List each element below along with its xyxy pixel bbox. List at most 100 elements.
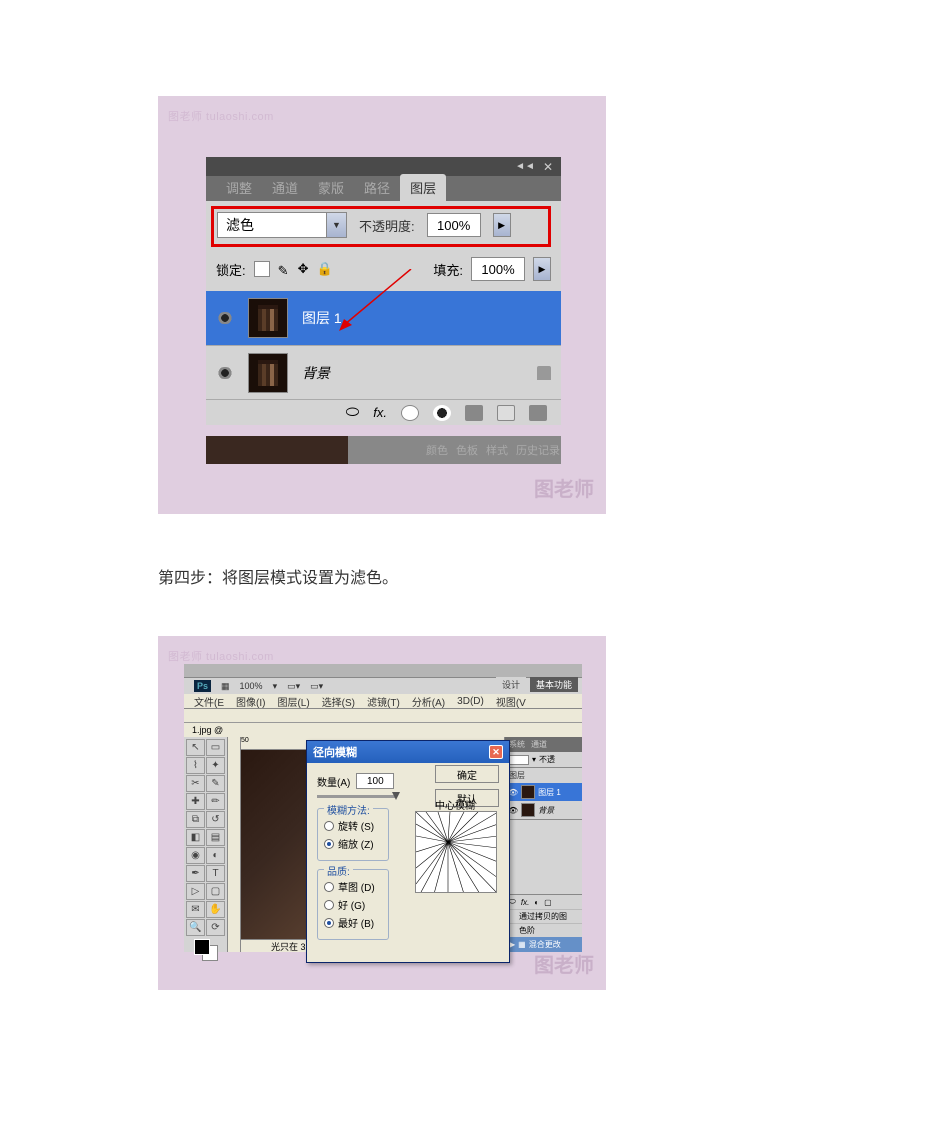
dialog-titlebar[interactable]: 径向模糊 ✕ <box>307 741 509 763</box>
layer-name[interactable]: 背景 <box>302 363 330 383</box>
marquee-tool-icon[interactable]: ▭ <box>206 739 225 756</box>
new-layer-icon[interactable] <box>497 405 515 421</box>
radio-zoom[interactable]: 缩放 (Z) <box>324 836 382 851</box>
lasso-tool-icon[interactable]: ⌇ <box>186 757 205 774</box>
tab-paths[interactable]: 路径 <box>354 174 400 201</box>
eyedropper-tool-icon[interactable]: ✎ <box>206 775 225 792</box>
menu-image[interactable]: 图像(I) <box>236 694 265 709</box>
close-icon[interactable]: ✕ <box>543 160 553 174</box>
blend-mode-select[interactable]: 滤色 ▼ <box>217 212 347 238</box>
action-item[interactable]: 色阶 <box>505 923 582 937</box>
menu-view[interactable]: 视图(V <box>496 694 526 709</box>
doc-tab[interactable]: 1.jpg @ <box>192 725 223 735</box>
rotate-tool-icon[interactable]: ⟳ <box>206 919 225 936</box>
menu-select[interactable]: 选择(S) <box>322 694 355 709</box>
radio-spin[interactable]: 旋转 (S) <box>324 818 382 833</box>
design-label[interactable]: 设计 <box>496 677 526 692</box>
gradient-tool-icon[interactable]: ▤ <box>206 829 225 846</box>
dodge-tool-icon[interactable]: ◐ <box>206 847 225 864</box>
opacity-input[interactable]: 100% <box>427 213 481 237</box>
collapse-arrows-icon[interactable]: ◄◄ <box>515 161 535 172</box>
visibility-eye-icon[interactable] <box>216 312 234 324</box>
mini-layer-row[interactable]: 👁图层 1 <box>505 783 582 801</box>
radio-icon <box>324 821 334 831</box>
radio-best[interactable]: 最好 (B) <box>324 915 382 930</box>
tab-adjustments[interactable]: 调整 <box>216 174 262 201</box>
fill-flyout-icon[interactable]: ▶ <box>533 257 551 281</box>
type-tool-icon[interactable]: T <box>206 865 225 882</box>
lock-move-icon[interactable]: ✥ <box>298 261 309 277</box>
lock-icon <box>537 366 551 380</box>
history-brush-icon[interactable]: ↺ <box>206 811 225 828</box>
crop-tool-icon[interactable]: ✂ <box>186 775 205 792</box>
hand-icon[interactable]: ▦ <box>221 681 230 692</box>
foreground-swatch[interactable] <box>194 939 210 955</box>
zoom-rays-icon <box>416 812 497 893</box>
visibility-eye-icon[interactable] <box>216 367 234 379</box>
zoom-tool-icon[interactable]: 🔍 <box>186 919 205 936</box>
menu-bar: 文件(E 图像(I) 图层(L) 选择(S) 滤镜(T) 分析(A) 3D(D)… <box>184 694 582 709</box>
tab-color[interactable]: 颜色 <box>426 442 448 458</box>
action-item[interactable]: 通过拷贝的图 <box>505 909 582 923</box>
menu-file[interactable]: 文件(E <box>194 694 224 709</box>
color-swatches[interactable] <box>186 937 225 963</box>
menu-3d[interactable]: 3D(D) <box>457 696 484 707</box>
link-layers-icon[interactable]: ⬭ <box>346 404 360 422</box>
arrange-icon[interactable]: ▭▾ <box>310 681 323 692</box>
shape-tool-icon[interactable]: ▢ <box>206 883 225 900</box>
mask-icon[interactable] <box>401 405 419 421</box>
ok-button[interactable]: 确定 <box>435 765 499 783</box>
tab-masks[interactable]: 蒙版 <box>308 174 354 201</box>
layer-name[interactable]: 图层 1 <box>302 308 342 328</box>
opacity-flyout-icon[interactable]: ▶ <box>493 213 511 237</box>
right-tab[interactable]: 通道 <box>531 739 547 750</box>
lock-row: 锁定: ✎ ✥ 🔒 填充: 100% ▶ <box>216 257 551 281</box>
slider-thumb-icon[interactable] <box>392 792 400 800</box>
stamp-tool-icon[interactable]: ⧉ <box>186 811 205 828</box>
tab-layers[interactable]: 图层 <box>400 174 446 201</box>
tab-swatches[interactable]: 色板 <box>456 442 478 458</box>
amount-input[interactable] <box>356 773 394 789</box>
menu-filter[interactable]: 滤镜(T) <box>367 694 400 709</box>
layer-row[interactable]: 背景 <box>206 345 561 399</box>
basic-label[interactable]: 基本功能 <box>530 677 578 692</box>
zoom-dropdown[interactable]: 100% <box>240 681 263 691</box>
lock-brush-icon[interactable]: ✎ <box>278 263 290 275</box>
adjustment-layer-icon[interactable] <box>433 405 451 421</box>
mini-layer-row[interactable]: 👁背景 <box>505 801 582 819</box>
pen-tool-icon[interactable]: ✒ <box>186 865 205 882</box>
right-tab[interactable]: 系统 <box>509 739 525 750</box>
group-icon[interactable] <box>465 405 483 421</box>
delete-icon[interactable] <box>529 405 547 421</box>
tab-history[interactable]: 历史记录 <box>516 442 560 458</box>
lock-all-icon[interactable]: 🔒 <box>317 261 333 277</box>
notes-tool-icon[interactable]: ✉ <box>186 901 205 918</box>
eraser-tool-icon[interactable]: ◧ <box>186 829 205 846</box>
mini-bottom-icons: ⬭fx.◐▢ <box>505 894 582 909</box>
tab-channels[interactable]: 通道 <box>262 174 308 201</box>
tab-styles[interactable]: 样式 <box>486 442 508 458</box>
menu-layer[interactable]: 图层(L) <box>277 694 309 709</box>
menu-analysis[interactable]: 分析(A) <box>412 694 445 709</box>
fill-input[interactable]: 100% <box>471 257 525 281</box>
layer-row[interactable]: 图层 1 <box>206 291 561 345</box>
radial-blur-dialog: 径向模糊 ✕ 确定 默认 数量(A) <box>306 740 510 963</box>
preview-label: 中心模糊 <box>435 797 475 812</box>
amount-slider[interactable] <box>317 795 397 798</box>
move-tool-icon[interactable]: ↖ <box>186 739 205 756</box>
layers-mini-tab[interactable]: 图层 <box>505 767 582 783</box>
close-icon[interactable]: ✕ <box>489 745 503 759</box>
radio-draft[interactable]: 草图 (D) <box>324 879 382 894</box>
brush-tool-icon[interactable]: ✏ <box>206 793 225 810</box>
fx-icon[interactable]: fx. <box>373 405 387 420</box>
quality-legend: 品质: <box>324 863 353 878</box>
blur-preview[interactable] <box>415 811 497 893</box>
heal-tool-icon[interactable]: ✚ <box>186 793 205 810</box>
screen-mode-icon[interactable]: ▭▾ <box>287 681 300 692</box>
path-tool-icon[interactable]: ▷ <box>186 883 205 900</box>
radio-good[interactable]: 好 (G) <box>324 897 382 912</box>
lock-transparency-icon[interactable] <box>254 261 270 277</box>
hand-tool-icon[interactable]: ✋ <box>206 901 225 918</box>
wand-tool-icon[interactable]: ✦ <box>206 757 225 774</box>
blur-tool-icon[interactable]: ◉ <box>186 847 205 864</box>
